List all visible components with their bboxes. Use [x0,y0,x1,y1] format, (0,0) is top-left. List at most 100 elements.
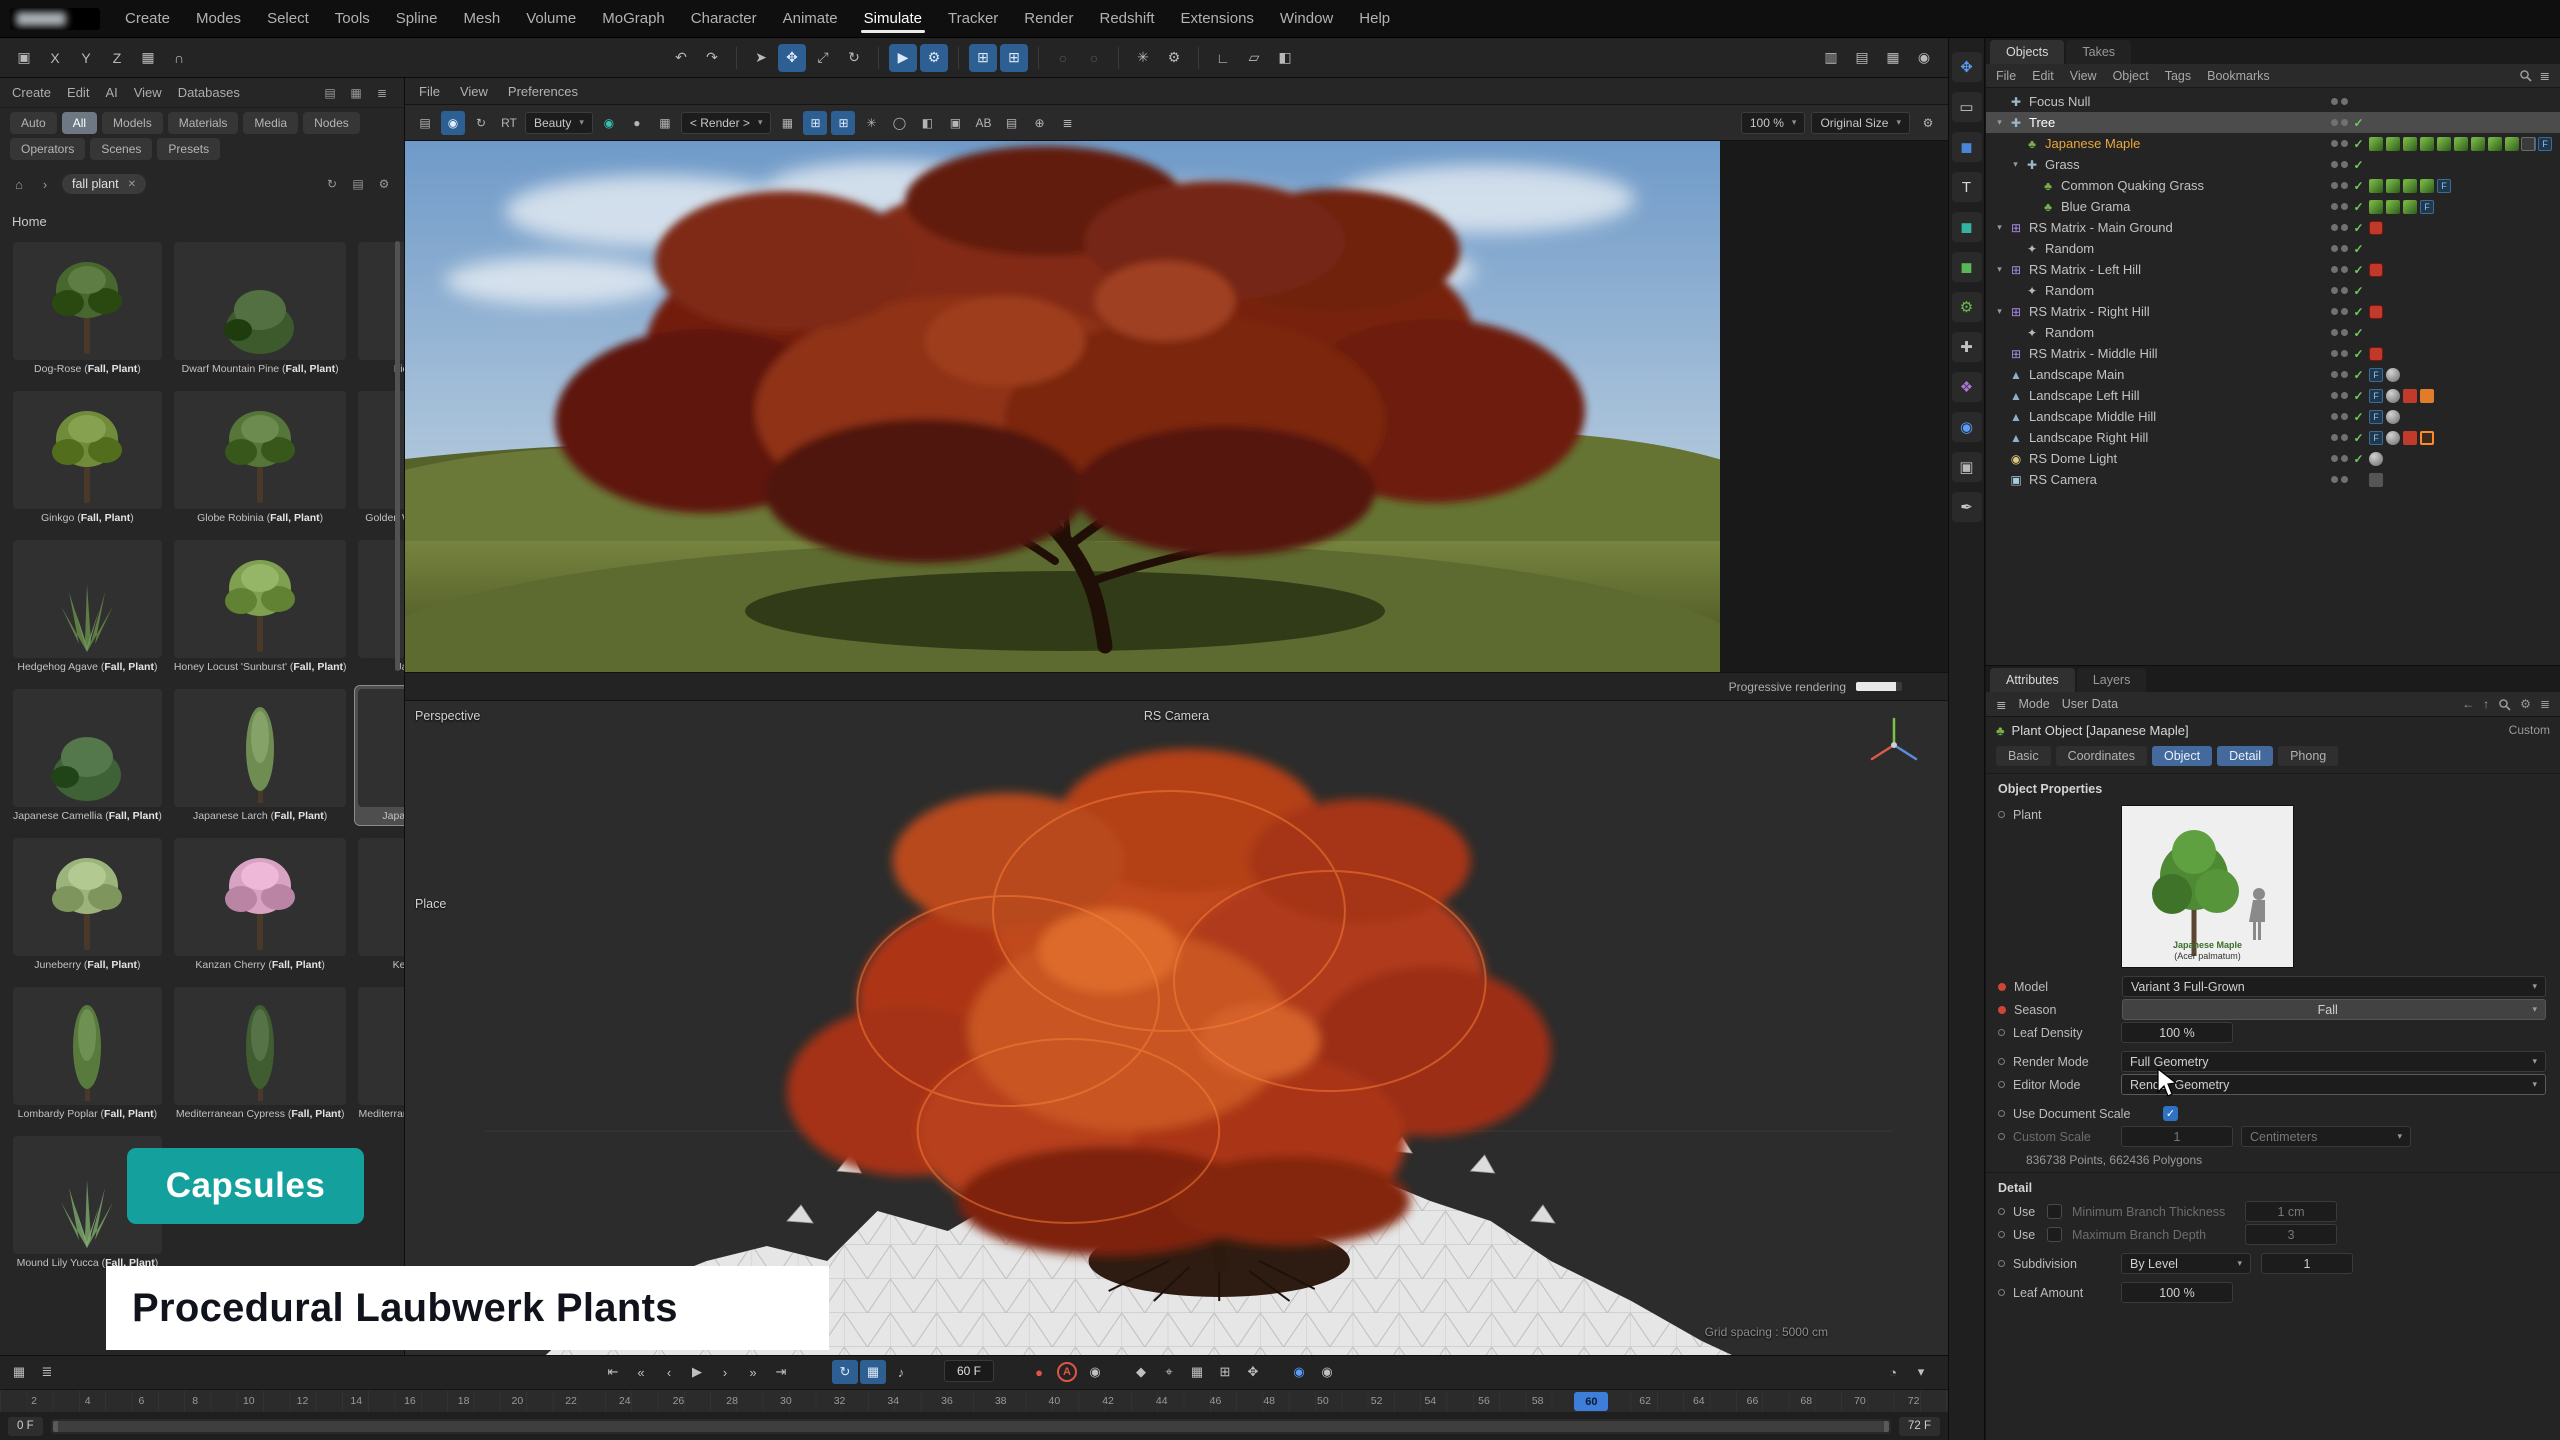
asset-tile-globe-robinia[interactable]: Globe Robinia (Fall, Plant) [171,388,350,527]
grid-tag[interactable] [2521,137,2535,151]
x-axis-toggle[interactable]: X [41,44,69,72]
editor-visibility-dot[interactable] [2331,224,2338,231]
orange-tag[interactable] [2420,389,2434,403]
object-row-grass[interactable]: ▾✚Grass✓ [1986,154,2560,175]
object-row-common-quaking-grass[interactable]: ♣Common Quaking Grass✓F [1986,175,2560,196]
use-document-scale-checkbox[interactable]: ✓ [2163,1106,2178,1121]
leaf-amount-field[interactable]: 100 % [2121,1282,2233,1303]
material-tag[interactable] [2386,200,2400,214]
search-option-icon-0[interactable]: ↻ [322,174,342,194]
preview-range-button[interactable]: ▦ [860,1360,886,1384]
filter-all[interactable]: All [62,112,97,134]
keyframe-dot[interactable] [1998,1133,2005,1140]
render-visibility-dot[interactable] [2341,476,2348,483]
asset-tile-kentia-palm[interactable]: Kentia Palm (Fall, Plant) [355,835,404,974]
enabled-check[interactable]: ✓ [2351,326,2366,340]
editor-visibility-dot[interactable] [2331,455,2338,462]
asset-tile-dog-rose[interactable]: Dog-Rose (Fall, Plant) [10,239,165,378]
select-tool[interactable]: ➤ [747,44,775,72]
checker-icon[interactable]: ▦ [653,111,677,135]
field-tag[interactable]: F [2538,137,2552,151]
render-visibility-dot[interactable] [2341,182,2348,189]
enabled-check[interactable]: ✓ [2351,242,2366,256]
scrollbar[interactable] [395,241,400,671]
goto-end-button[interactable]: ⇥ [768,1360,794,1384]
camera-label[interactable]: RS Camera [1144,709,1209,723]
object-row-rs-camera[interactable]: ▣RS Camera✓ [1986,469,2560,490]
move-tool[interactable]: ✥ [778,44,806,72]
max-depth-checkbox[interactable]: ✓ [2047,1227,2062,1242]
render-mode-dropdown[interactable]: Full Geometry [2121,1051,2546,1072]
cube-icon[interactable]: ◼ [1952,132,1982,162]
key-position-toggle[interactable]: ◆ [1128,1360,1154,1384]
region-icon[interactable]: ◯ [887,111,911,135]
current-frame-marker[interactable]: 60 [1574,1392,1608,1411]
objects-tab-takes[interactable]: Takes [2066,40,2131,64]
material-tag[interactable] [2437,137,2451,151]
search-option-icon-1[interactable]: ▤ [348,174,368,194]
object-row-rs-matrix-left-hill[interactable]: ▾⊞RS Matrix - Left Hill✓ [1986,259,2560,280]
rs-tag[interactable] [2369,221,2383,235]
render-visibility-dot[interactable] [2341,413,2348,420]
mirror-tool[interactable]: ✳ [1129,44,1157,72]
next-key-button[interactable]: » [740,1360,766,1384]
tiles-icon[interactable]: ▦ [775,111,799,135]
editor-mode-dropdown[interactable]: Render Geometry [2121,1074,2546,1095]
om-menu-edit[interactable]: Edit [2032,69,2054,83]
min-branch-checkbox[interactable]: ✓ [2047,1204,2062,1219]
material-tag[interactable] [2420,179,2434,193]
viewport-label[interactable]: Perspective [415,709,480,723]
layout-grid-icon[interactable]: ▦ [1879,44,1907,72]
volume-icon[interactable]: ◼ [1952,212,1982,242]
render-visibility-dot[interactable] [2341,392,2348,399]
render-preview-toggle[interactable]: ◉ [1314,1360,1340,1384]
field-tag[interactable]: F [2369,410,2383,424]
editor-visibility-dot[interactable] [2331,350,2338,357]
enabled-check[interactable]: ✓ [2351,263,2366,277]
redshift-render-icon[interactable]: ◉ [441,111,465,135]
object-row-rs-matrix-main-ground[interactable]: ▾⊞RS Matrix - Main Ground✓ [1986,217,2560,238]
asset-menu-ai[interactable]: AI [105,85,117,100]
object-row-blue-grama[interactable]: ♣Blue Grama✓F [1986,196,2560,217]
min-branch-field[interactable]: 1 cm [2245,1201,2337,1222]
camera-icon[interactable]: ▣ [1952,452,1982,482]
om-menu-bookmarks[interactable]: Bookmarks [2207,69,2270,83]
compare-ab-icon[interactable]: AB [971,111,995,135]
material-tag[interactable] [2369,200,2383,214]
current-frame-field[interactable]: 60 F [944,1360,994,1382]
key-pla-toggle[interactable]: ✥ [1240,1360,1266,1384]
material-tag[interactable] [2369,179,2383,193]
attr-tabbtn-basic[interactable]: Basic [1996,746,2051,766]
layer-icon[interactable]: ▤ [999,111,1023,135]
filter-media[interactable]: Media [243,112,298,134]
editor-visibility-dot[interactable] [2331,182,2338,189]
filter-auto[interactable]: Auto [10,112,57,134]
menu-extensions[interactable]: Extensions [1168,1,1267,36]
editor-visibility-dot[interactable] [2331,161,2338,168]
render-visibility-dot[interactable] [2341,329,2348,336]
mode-menu[interactable]: Mode [2018,697,2049,711]
custom-scale-field[interactable]: 1 [2121,1126,2233,1147]
render-visibility-dot[interactable] [2341,224,2348,231]
asset-tile-mediterranean-cypress[interactable]: Mediterranean Cypress (Fall, Plant) [171,984,350,1123]
field-tag[interactable]: F [2369,431,2383,445]
keyframe-dot[interactable] [1998,1208,2005,1215]
render-visibility-dot[interactable] [2341,455,2348,462]
render-menu-file[interactable]: File [419,84,440,99]
object-row-random[interactable]: ✦Random✓ [1986,238,2560,259]
attr-tabbtn-detail[interactable]: Detail [2217,746,2273,766]
detail-section-header[interactable]: Detail [1986,1172,2560,1200]
menu-help[interactable]: Help [1346,1,1403,36]
object-row-landscape-main[interactable]: ▲Landscape Main✓F [1986,364,2560,385]
plant-preview-thumbnail[interactable]: Japanese Maple (Acer palmatum) [2121,805,2294,968]
enabled-check[interactable]: ✓ [2351,347,2366,361]
keyframe-dot[interactable] [1998,983,2006,991]
enabled-check[interactable]: ✓ [2351,179,2366,193]
object-row-focus-null[interactable]: ✚Focus Null✓ [1986,91,2560,112]
keyframe-dot[interactable] [1998,1029,2005,1036]
sound-button[interactable]: ♪ [888,1360,914,1384]
render-menu-preferences[interactable]: Preferences [508,84,578,99]
crop-icon[interactable]: ◧ [915,111,939,135]
menu-simulate[interactable]: Simulate [851,1,935,36]
render-menu-view[interactable]: View [460,84,488,99]
